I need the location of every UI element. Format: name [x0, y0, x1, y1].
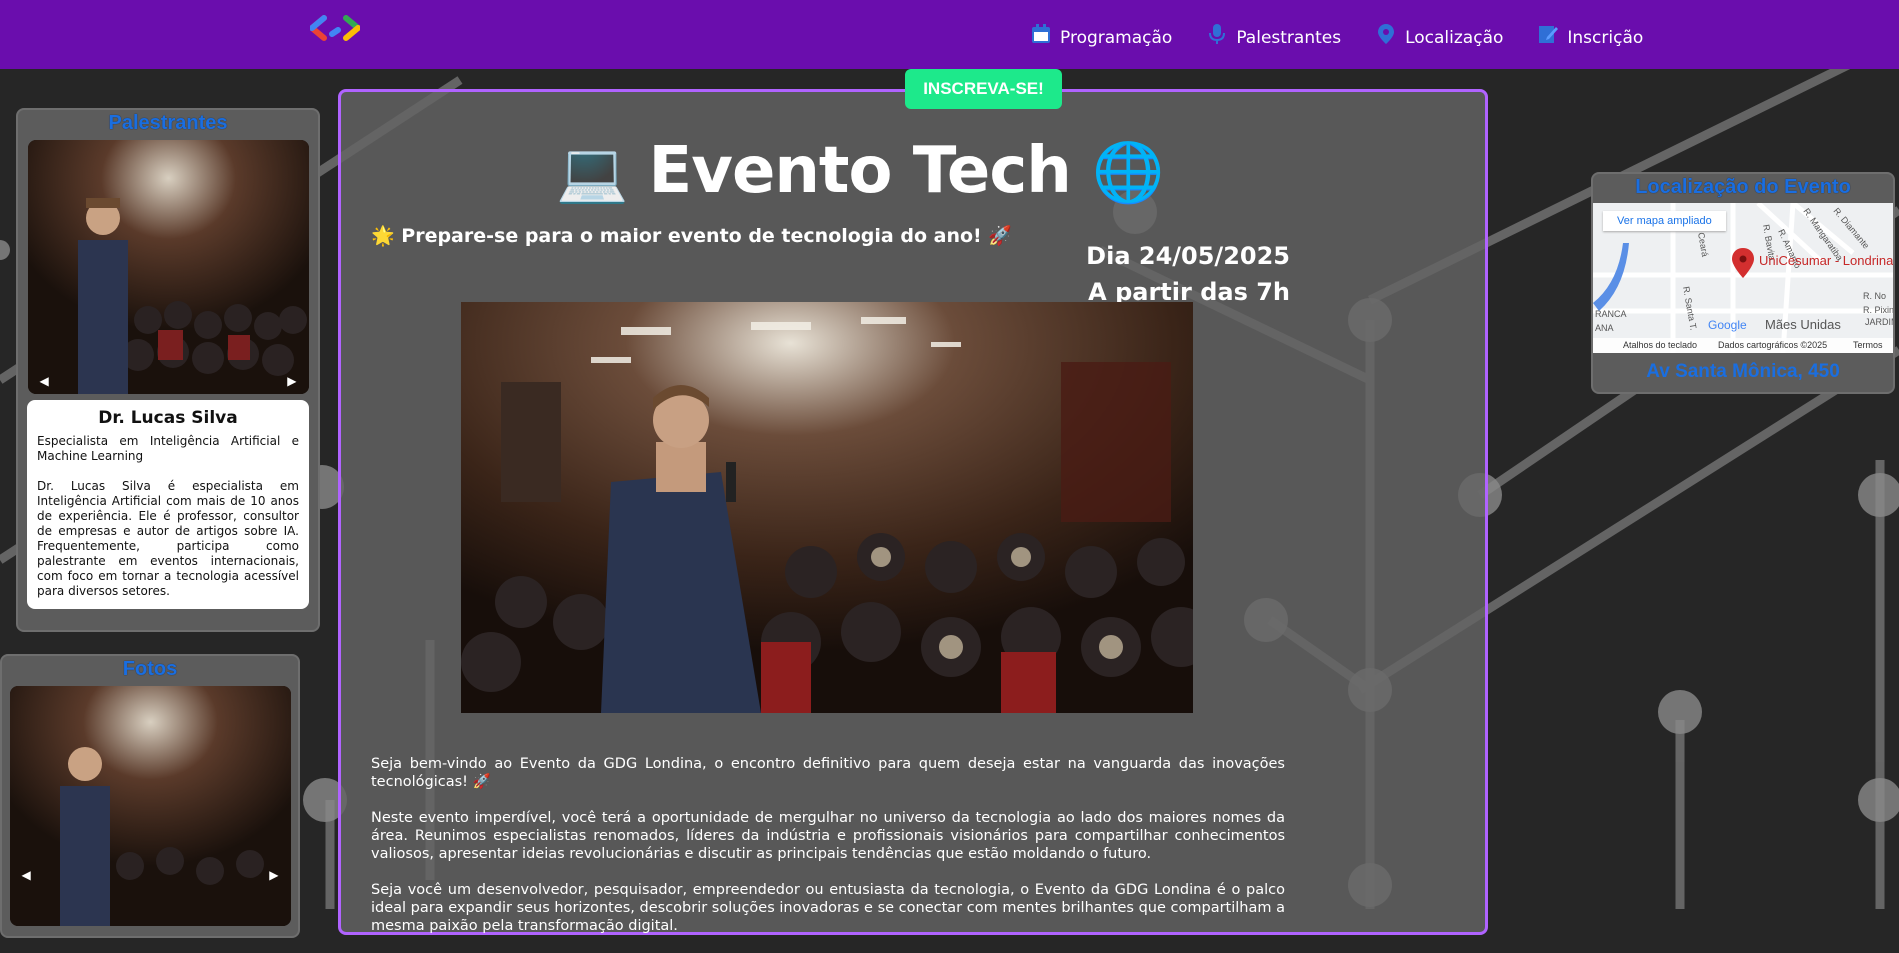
speaker-name: Dr. Lucas Silva — [98, 408, 238, 428]
svg-text:RANCA: RANCA — [1595, 309, 1627, 319]
speaker-bio: Dr. Lucas Silva é especialista em Inteli… — [37, 479, 299, 598]
photos-prev-icon[interactable]: ◀ — [22, 868, 31, 882]
view-larger-map-link[interactable]: Ver mapa ampliado — [1603, 211, 1726, 231]
tagline: 🌟 Prepare-se para o maior evento de tecn… — [371, 225, 1012, 247]
event-date-line: Dia 24/05/2025 — [1086, 242, 1290, 270]
event-description: Seja bem-vindo ao Evento da GDG Londina,… — [371, 755, 1285, 953]
location-panel: Localização do Evento R. Bavita R. Manga… — [1591, 172, 1895, 394]
gdg-logo-icon[interactable] — [310, 14, 360, 44]
description-paragraph: Seja bem-vindo ao Evento da GDG Londina,… — [371, 756, 1285, 790]
top-navbar: Programação Palestrantes Localização Ins… — [0, 0, 1899, 69]
svg-text:R. Pixinguinha: R. Pixinguinha — [1863, 305, 1893, 315]
speaker-card: Dr. Lucas Silva Especialista em Inteligê… — [27, 400, 309, 609]
nav-programacao-label: Programação — [1060, 28, 1173, 48]
hero-image — [461, 302, 1193, 713]
map-footer: Atalhos do teclado Dados cartográficos ©… — [1593, 338, 1893, 353]
event-photo — [9, 686, 291, 926]
description-paragraph: Neste evento imperdível, você terá a opo… — [371, 810, 1285, 862]
location-pin-icon — [1378, 24, 1395, 44]
speakers-panel-title: Palestrantes — [108, 112, 228, 134]
keyboard-shortcuts-link[interactable]: Atalhos do teclado — [1623, 340, 1697, 350]
svg-text:ANA: ANA — [1595, 323, 1614, 333]
speaker-carousel[interactable]: ◀ ▶ — [27, 140, 309, 394]
main-content: 💻 Evento Tech 🌐 🌟 Prepare-se para o maio… — [338, 89, 1488, 935]
google-logo-icon: Google — [1708, 318, 1747, 332]
nav-inscricao[interactable]: Inscrição — [1537, 20, 1643, 48]
description-paragraph: Seja você um desenvolvedor, pesquisador,… — [371, 882, 1285, 934]
svg-text:Mães Unidas: Mães Unidas — [1765, 317, 1841, 332]
page-title: 💻 Evento Tech 🌐 — [556, 134, 1164, 208]
page-title-text: Evento Tech — [648, 134, 1072, 208]
event-address: Av Santa Mônica, 450 — [1646, 361, 1840, 382]
nav-palestrantes[interactable]: Palestrantes — [1206, 20, 1341, 48]
svg-text:JARDIM: JARDIM — [1865, 317, 1893, 327]
hero-photo — [461, 302, 1193, 713]
globe-icon: 🌐 — [1092, 138, 1164, 206]
nav-localizacao[interactable]: Localização — [1375, 20, 1503, 48]
photos-next-icon[interactable]: ▶ — [269, 868, 278, 882]
speaker-photo — [27, 140, 309, 394]
map-data-credit: Dados cartográficos ©2025 — [1718, 340, 1828, 350]
photos-carousel[interactable]: ◀ ▶ — [9, 686, 291, 926]
event-date: Dia 24/05/2025 A partir das 7h — [1086, 238, 1290, 310]
nav-programacao[interactable]: Programação — [1030, 20, 1172, 48]
svg-text:R. No: R. No — [1863, 291, 1886, 301]
embedded-map[interactable]: R. Bavita R. Mangaratiba R. Diamante Cea… — [1593, 203, 1893, 353]
nav-inscricao-label: Inscrição — [1567, 28, 1644, 48]
location-panel-title: Localização do Evento — [1635, 176, 1851, 198]
map-pin-label: UniCesumar - Londrina — [1759, 253, 1893, 268]
terms-link[interactable]: Termos — [1853, 340, 1883, 350]
carousel-prev-icon[interactable]: ◀ — [40, 374, 49, 388]
calendar-icon — [1032, 24, 1050, 43]
photos-panel: Fotos ◀ ▶ — [0, 654, 300, 938]
main-nav: Programação Palestrantes Localização Ins… — [1030, 20, 1643, 48]
register-button[interactable]: INSCREVA-SE! — [905, 69, 1062, 109]
speaker-role: Especialista em Inteligência Artificial … — [37, 434, 299, 463]
nav-palestrantes-label: Palestrantes — [1236, 28, 1342, 48]
carousel-next-icon[interactable]: ▶ — [287, 374, 296, 388]
photos-panel-title: Fotos — [122, 658, 178, 680]
microphone-icon — [1209, 24, 1226, 44]
nav-localizacao-label: Localização — [1405, 28, 1504, 48]
speakers-panel: Palestrantes ◀ ▶ Dr. Lucas Silva Especia… — [16, 108, 320, 632]
laptop-icon: 💻 — [556, 138, 628, 206]
edit-form-icon — [1539, 26, 1559, 43]
